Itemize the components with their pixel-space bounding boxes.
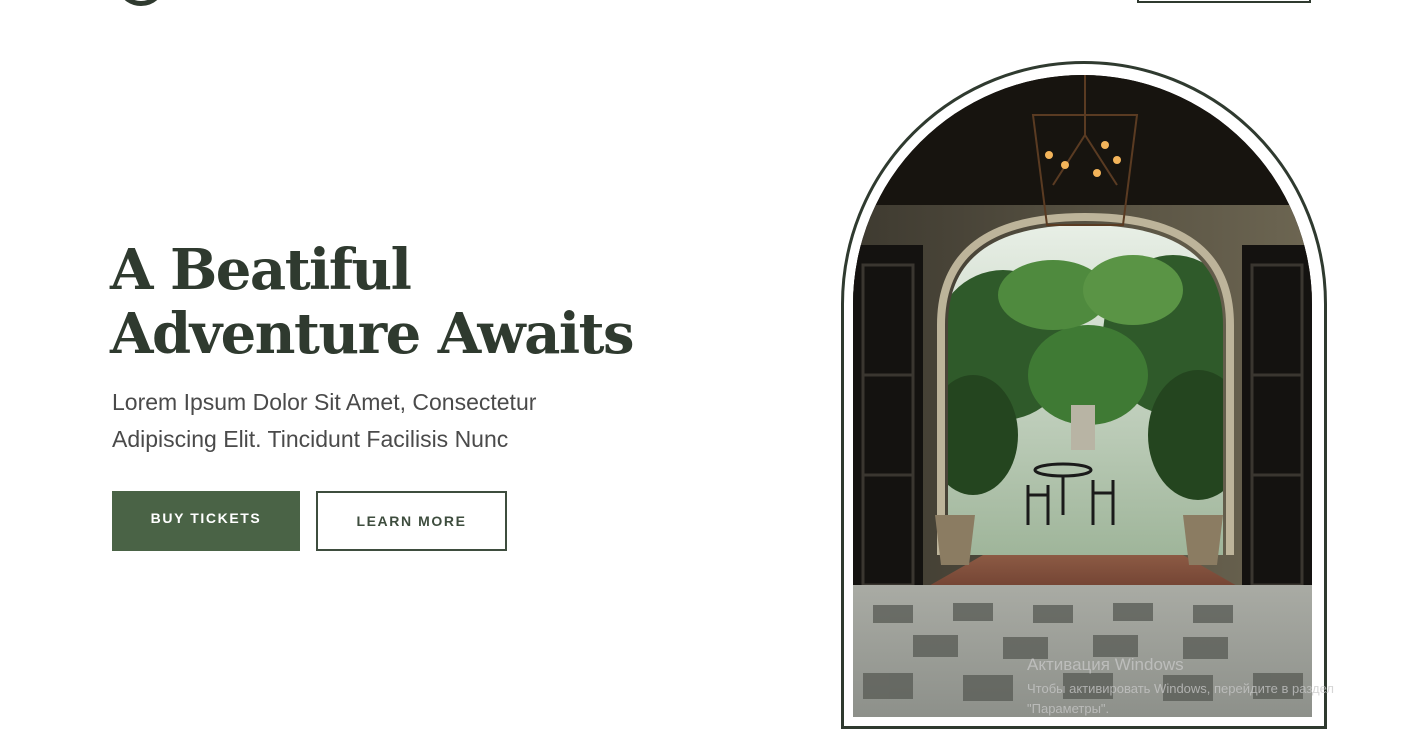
- watermark-line-2: "Параметры".: [1027, 701, 1110, 716]
- watermark-text: Чтобы активировать Windows, перейдите в …: [1027, 679, 1334, 719]
- hero-subtitle: Lorem Ipsum Dolor Sit Amet, Consectetur …: [112, 384, 536, 458]
- watermark-line-1: Чтобы активировать Windows, перейдите в …: [1027, 681, 1334, 696]
- page: A Beatiful Adventure Awaits Lorem Ipsum …: [0, 0, 1415, 755]
- watermark-title: Активация Windows: [1027, 655, 1184, 674]
- header-button[interactable]: [1137, 0, 1311, 3]
- hero-title-line-1: A Beatiful: [110, 237, 412, 303]
- hero-subtitle-line-2: Adipiscing Elit. Tincidunt Facilisis Nun…: [112, 426, 509, 452]
- hero-image: [853, 75, 1312, 717]
- hero-title-line-2: Adventure Awaits: [110, 301, 635, 367]
- buy-tickets-button[interactable]: BUY TICKETS: [112, 491, 300, 551]
- logo-icon[interactable]: [116, 0, 166, 6]
- learn-more-button[interactable]: LEARN MORE: [316, 491, 507, 551]
- windows-activation-watermark: Активация Windows Чтобы активировать Win…: [1027, 654, 1334, 719]
- hero-title: A Beatiful Adventure Awaits: [110, 237, 635, 367]
- hero-subtitle-line-1: Lorem Ipsum Dolor Sit Amet, Consectetur: [112, 389, 537, 415]
